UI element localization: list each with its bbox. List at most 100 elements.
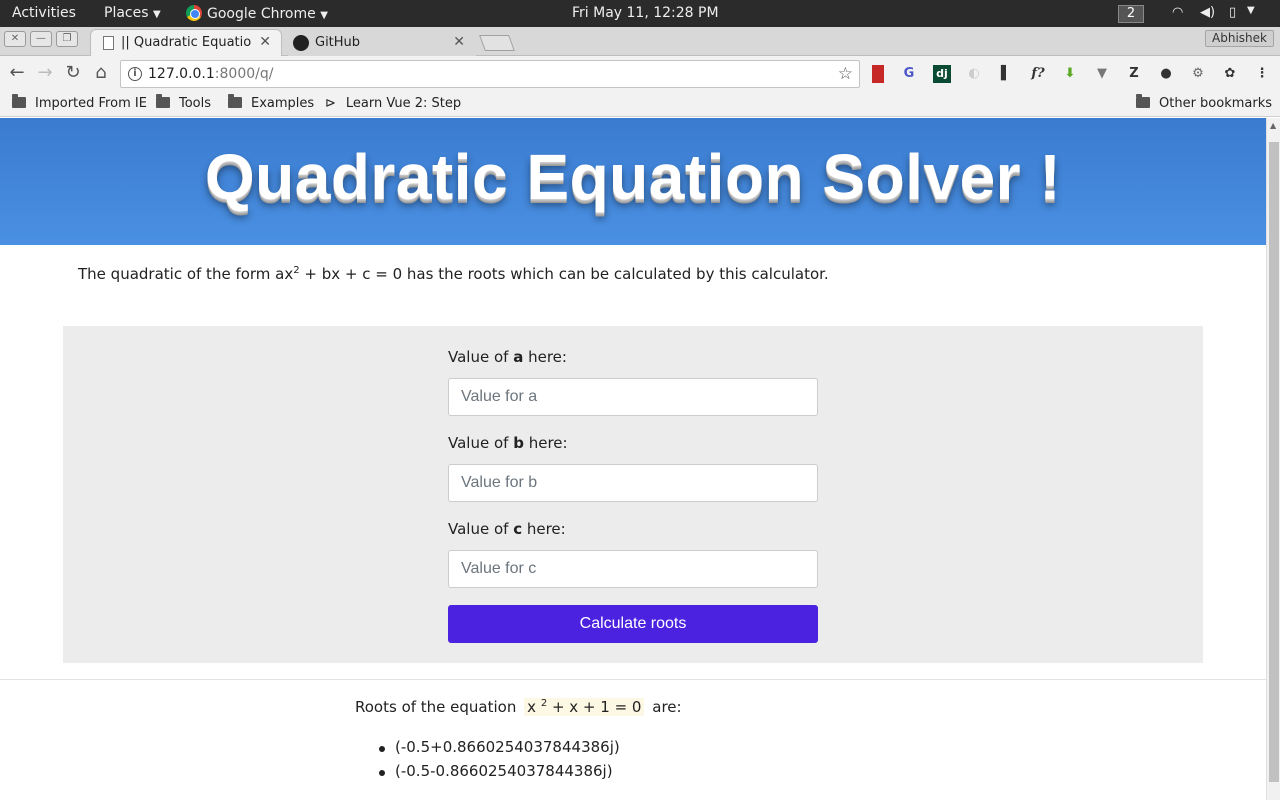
folder-icon [156, 94, 170, 108]
hero-banner: Quadratic Equation Solver ! [0, 118, 1266, 245]
intro-text: The quadratic of the form ax2 + bx + c =… [78, 265, 829, 283]
places-label: Places [104, 5, 149, 21]
bookmark-tools[interactable]: Tools [156, 94, 212, 111]
intro-part: The quadratic of the form ax [78, 265, 294, 283]
tab-quadratic-solver[interactable]: || Quadratic Equation S ✕ [90, 29, 282, 56]
close-icon: ✕ [10, 33, 20, 44]
send-icon: ⊳ [325, 96, 336, 111]
other-bookmarks[interactable]: Other bookmarks [1136, 94, 1273, 111]
section-divider [0, 679, 1266, 680]
bookmark-imported-from-ie[interactable]: Imported From IE [12, 94, 147, 111]
forward-arrow-icon[interactable]: → [34, 62, 56, 84]
result-heading: Roots of the equation x 2 + x + 1 = 0 ar… [355, 698, 682, 716]
page-viewport: Quadratic Equation Solver ! The quadrati… [0, 118, 1266, 800]
chevron-down-icon: ▼ [152, 9, 161, 20]
tab-strip: ✕ — ❐ || Quadratic Equation S ✕ GitHub ✕… [0, 27, 1280, 56]
reload-icon[interactable]: ↻ [62, 62, 84, 84]
gear-icon[interactable]: ⚙ [1189, 65, 1207, 83]
app-menu[interactable]: Google Chrome ▼ [186, 5, 328, 22]
label-var: c [513, 520, 523, 538]
url-host: 127.0.0.1 [148, 66, 215, 82]
bulb-icon[interactable]: ● [1157, 65, 1175, 83]
label-a: Value of a here: [448, 348, 567, 366]
info-icon[interactable]: i [128, 67, 142, 81]
gnome-icon[interactable]: ✿ [1221, 65, 1239, 83]
maximize-window-button[interactable]: ❐ [56, 31, 78, 47]
bookmark-label: Examples [251, 96, 315, 111]
input-b[interactable] [448, 464, 818, 502]
home-icon[interactable]: ⌂ [90, 62, 112, 84]
label-prefix: Value of [448, 434, 514, 452]
address-bar[interactable]: i 127.0.0.1:8000/q/ ☆ [120, 60, 860, 88]
label-suffix: here: [523, 434, 568, 452]
label-prefix: Value of [448, 348, 514, 366]
blank-extension-icon[interactable]: ◐ [965, 65, 983, 83]
places-menu[interactable]: Places ▼ [104, 5, 161, 21]
page-icon [103, 36, 114, 50]
translate-icon[interactable]: G [900, 65, 918, 83]
result-prefix: Roots of the equation [355, 698, 517, 716]
minimize-window-button[interactable]: — [30, 31, 52, 47]
input-c[interactable] [448, 550, 818, 588]
scrollbar-thumb[interactable] [1269, 142, 1279, 782]
bookmarks-bar: Imported From IE Tools Examples ⊳ Learn V… [0, 92, 1280, 117]
label-var: b [513, 434, 524, 452]
back-arrow-icon[interactable]: ← [6, 62, 28, 84]
calculate-roots-button[interactable]: Calculate roots [448, 605, 818, 643]
label-suffix: here: [523, 348, 567, 366]
battery-icon[interactable]: ▯ [1229, 5, 1236, 20]
minimize-icon: — [36, 33, 46, 44]
v-icon[interactable]: ▼ [1093, 65, 1111, 83]
page-scrollbar[interactable]: ▲ [1266, 118, 1280, 800]
profile-button[interactable]: Abhishek [1205, 30, 1274, 47]
equation-base: x [527, 698, 541, 716]
formula-extension-icon[interactable]: f? [1029, 65, 1047, 83]
solver-form: Value of a here: Value of b here: Value … [63, 326, 1203, 663]
close-icon[interactable]: ✕ [259, 34, 271, 50]
bookmark-learn-vue[interactable]: ⊳ Learn Vue 2: Step [325, 96, 461, 111]
close-window-button[interactable]: ✕ [4, 31, 26, 47]
label-c: Value of c here: [448, 520, 566, 538]
folder-icon [1136, 94, 1150, 108]
root-item: (-0.5-0.8660254037844386j) [379, 762, 620, 786]
page-title: Quadratic Equation Solver ! [204, 141, 1062, 213]
panel-icon[interactable]: ▌ [997, 65, 1015, 83]
activities-button[interactable]: Activities [12, 5, 76, 21]
label-suffix: here: [522, 520, 566, 538]
folder-icon [12, 94, 26, 108]
root-item: (-0.5+0.8660254037844386j) [379, 738, 620, 762]
bookmark-label: Tools [179, 96, 212, 111]
label-prefix: Value of [448, 520, 514, 538]
download-icon[interactable]: ⬇ [1061, 65, 1079, 83]
chrome-icon [186, 5, 202, 21]
tab-label: || Quadratic Equation S [121, 35, 251, 50]
label-var: a [513, 348, 524, 366]
url-text[interactable]: 127.0.0.1:8000/q/ [148, 66, 273, 82]
menu-dots-icon[interactable]: ⋮ [1253, 65, 1271, 83]
input-a[interactable] [448, 378, 818, 416]
django-extension-icon[interactable]: dj [933, 65, 951, 83]
chevron-down-icon: ▼ [320, 10, 328, 21]
tab-github[interactable]: GitHub ✕ [288, 29, 476, 56]
system-top-bar: Activities Places ▼ Google Chrome ▼ Fri … [0, 0, 1280, 27]
github-icon [293, 35, 309, 51]
book-icon[interactable] [872, 65, 884, 83]
clock[interactable]: Fri May 11, 12:28 PM [572, 5, 719, 21]
new-tab-button[interactable] [479, 35, 515, 51]
intro-part: + bx + c = 0 has the roots which can be … [299, 265, 829, 283]
bookmark-star-icon[interactable]: ☆ [838, 64, 853, 84]
roots-list: (-0.5+0.8660254037844386j) (-0.5-0.86602… [379, 738, 620, 786]
workspace-indicator[interactable]: 2 [1118, 5, 1144, 23]
bookmark-label: Learn Vue 2: Step [345, 96, 462, 111]
zotero-extension-icon[interactable]: Z [1125, 65, 1143, 83]
chevron-down-icon[interactable]: ▼ [1247, 5, 1255, 16]
result-suffix: are: [652, 698, 682, 716]
close-icon[interactable]: ✕ [453, 34, 465, 50]
equation-rest: + x + 1 = 0 [547, 698, 642, 716]
bookmark-label: Imported From IE [35, 96, 147, 111]
bookmark-label: Other bookmarks [1159, 96, 1273, 111]
volume-icon[interactable]: ◀) [1200, 5, 1215, 20]
scroll-up-icon[interactable]: ▲ [1270, 121, 1276, 130]
bookmark-examples[interactable]: Examples [228, 94, 315, 111]
wifi-icon[interactable]: ◠ [1172, 5, 1183, 20]
